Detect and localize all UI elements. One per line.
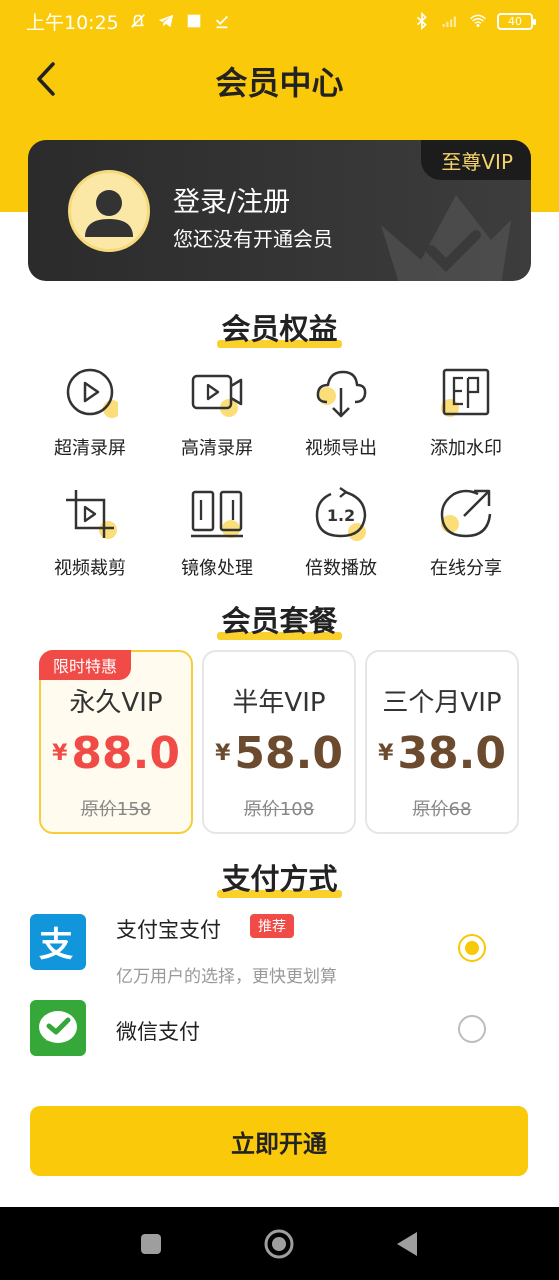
- currency-symbol: ¥: [215, 741, 231, 766]
- alipay-icon: 支: [30, 914, 86, 970]
- membership-status-text: 您还没有开通会员: [173, 227, 333, 251]
- payment-method-name: 微信支付: [116, 1020, 200, 1044]
- user-avatar-icon: [85, 190, 133, 237]
- telegram-icon: [158, 14, 173, 28]
- benefit-label: 视频导出: [305, 438, 377, 459]
- benefit-item[interactable]: 超清录屏: [35, 366, 145, 466]
- payment-method-subtitle: 亿万用户的选择，更快更划算: [116, 967, 337, 987]
- system-navigation-bar: [0, 1207, 559, 1280]
- plan-original-price: 原价158: [80, 799, 152, 820]
- battery-icon: 40: [497, 12, 536, 30]
- price-amount: 88.0: [71, 728, 180, 779]
- home-button[interactable]: [262, 1227, 296, 1261]
- signal-icon: [442, 16, 456, 27]
- stamp-icon: [441, 368, 490, 417]
- play-circle-icon: [66, 368, 118, 418]
- home-circle-icon: [264, 1229, 294, 1259]
- square-notification-icon: [187, 14, 201, 28]
- square-icon: [141, 1234, 161, 1254]
- limited-offer-badge: 限时特惠: [39, 650, 132, 680]
- plan-price: ¥38.0: [367, 728, 517, 779]
- cloud-download-icon: [316, 370, 367, 418]
- speed-value-text: 1.2: [327, 506, 355, 525]
- plan-original-price: 原价68: [412, 799, 472, 820]
- benefit-label: 倍数播放: [305, 558, 377, 579]
- benefit-item[interactable]: 添加水印: [411, 366, 521, 466]
- activate-now-button[interactable]: 立即开通: [30, 1106, 528, 1176]
- plan-card-lifetime[interactable]: 限时特惠 永久VIP ¥88.0 原价158: [39, 650, 193, 834]
- benefit-label: 镜像处理: [181, 558, 253, 579]
- nav-bar: 会员中心: [0, 48, 559, 110]
- download-done-icon: [215, 15, 228, 29]
- payment-title: 支付方式: [0, 856, 559, 898]
- payment-option-alipay[interactable]: 支 支付宝支付 推荐 亿万用户的选择，更快更划算: [30, 914, 530, 987]
- payment-method-name: 支付宝支付: [116, 918, 221, 942]
- benefit-label: 高清录屏: [181, 438, 253, 459]
- plan-name: 半年VIP: [232, 688, 326, 718]
- status-bar: 上午10:25 40: [0, 0, 559, 42]
- plan-price: ¥58.0: [204, 728, 354, 779]
- status-time: 上午10:25: [26, 11, 119, 34]
- price-amount: 58.0: [234, 728, 343, 779]
- speed-icon: 1.2: [315, 487, 367, 541]
- radio-alipay[interactable]: [458, 934, 486, 962]
- plan-name: 三个月VIP: [382, 688, 502, 718]
- recent-apps-button[interactable]: [134, 1227, 168, 1261]
- benefit-item[interactable]: 镜像处理: [162, 486, 272, 586]
- login-register-link[interactable]: 登录/注册: [173, 180, 290, 219]
- plan-card-half-year[interactable]: 半年VIP ¥58.0 原价108: [202, 650, 356, 834]
- benefit-item[interactable]: 1.2 倍数播放: [286, 486, 396, 586]
- triangle-back-icon: [397, 1232, 417, 1256]
- wifi-icon: [469, 14, 487, 27]
- mirror-icon: [191, 490, 243, 538]
- vip-badge: 至尊VIP: [421, 140, 531, 180]
- share-icon: [440, 489, 492, 538]
- crown-icon: [381, 195, 511, 281]
- bluetooth-icon: [416, 12, 427, 30]
- benefit-label: 视频裁剪: [54, 558, 126, 579]
- radio-wechat[interactable]: [458, 1015, 486, 1043]
- benefits-title: 会员权益: [0, 306, 559, 348]
- page-title: 会员中心: [215, 64, 344, 102]
- currency-symbol: ¥: [378, 741, 394, 766]
- plan-card-three-months[interactable]: 三个月VIP ¥38.0 原价68: [365, 650, 519, 834]
- benefit-item[interactable]: 高清录屏: [162, 366, 272, 466]
- benefit-label: 在线分享: [430, 558, 502, 579]
- price-amount: 38.0: [397, 728, 506, 779]
- currency-symbol: ¥: [52, 741, 68, 766]
- benefit-item[interactable]: 视频导出: [286, 366, 396, 466]
- alipay-glyph: 支: [39, 925, 73, 965]
- benefit-label: 超清录屏: [54, 438, 126, 459]
- benefit-label: 添加水印: [430, 438, 502, 459]
- crop-icon: [66, 490, 117, 539]
- mute-icon: [130, 14, 145, 28]
- plans-title: 会员套餐: [0, 598, 559, 640]
- payment-option-wechat[interactable]: 微信支付: [30, 1000, 530, 1058]
- member-card[interactable]: 至尊VIP 登录/注册 您还没有开通会员: [28, 140, 531, 281]
- benefit-item[interactable]: 在线分享: [411, 486, 521, 586]
- recommended-badge: 推荐: [250, 914, 294, 938]
- wechat-pay-icon: [30, 1000, 86, 1056]
- video-camera-icon: [191, 374, 243, 417]
- plan-original-price: 原价108: [243, 799, 315, 820]
- plan-name: 永久VIP: [69, 688, 163, 718]
- system-back-button[interactable]: [390, 1227, 424, 1261]
- benefit-item[interactable]: 视频裁剪: [35, 486, 145, 586]
- avatar[interactable]: [68, 170, 150, 252]
- plan-price: ¥88.0: [41, 728, 191, 779]
